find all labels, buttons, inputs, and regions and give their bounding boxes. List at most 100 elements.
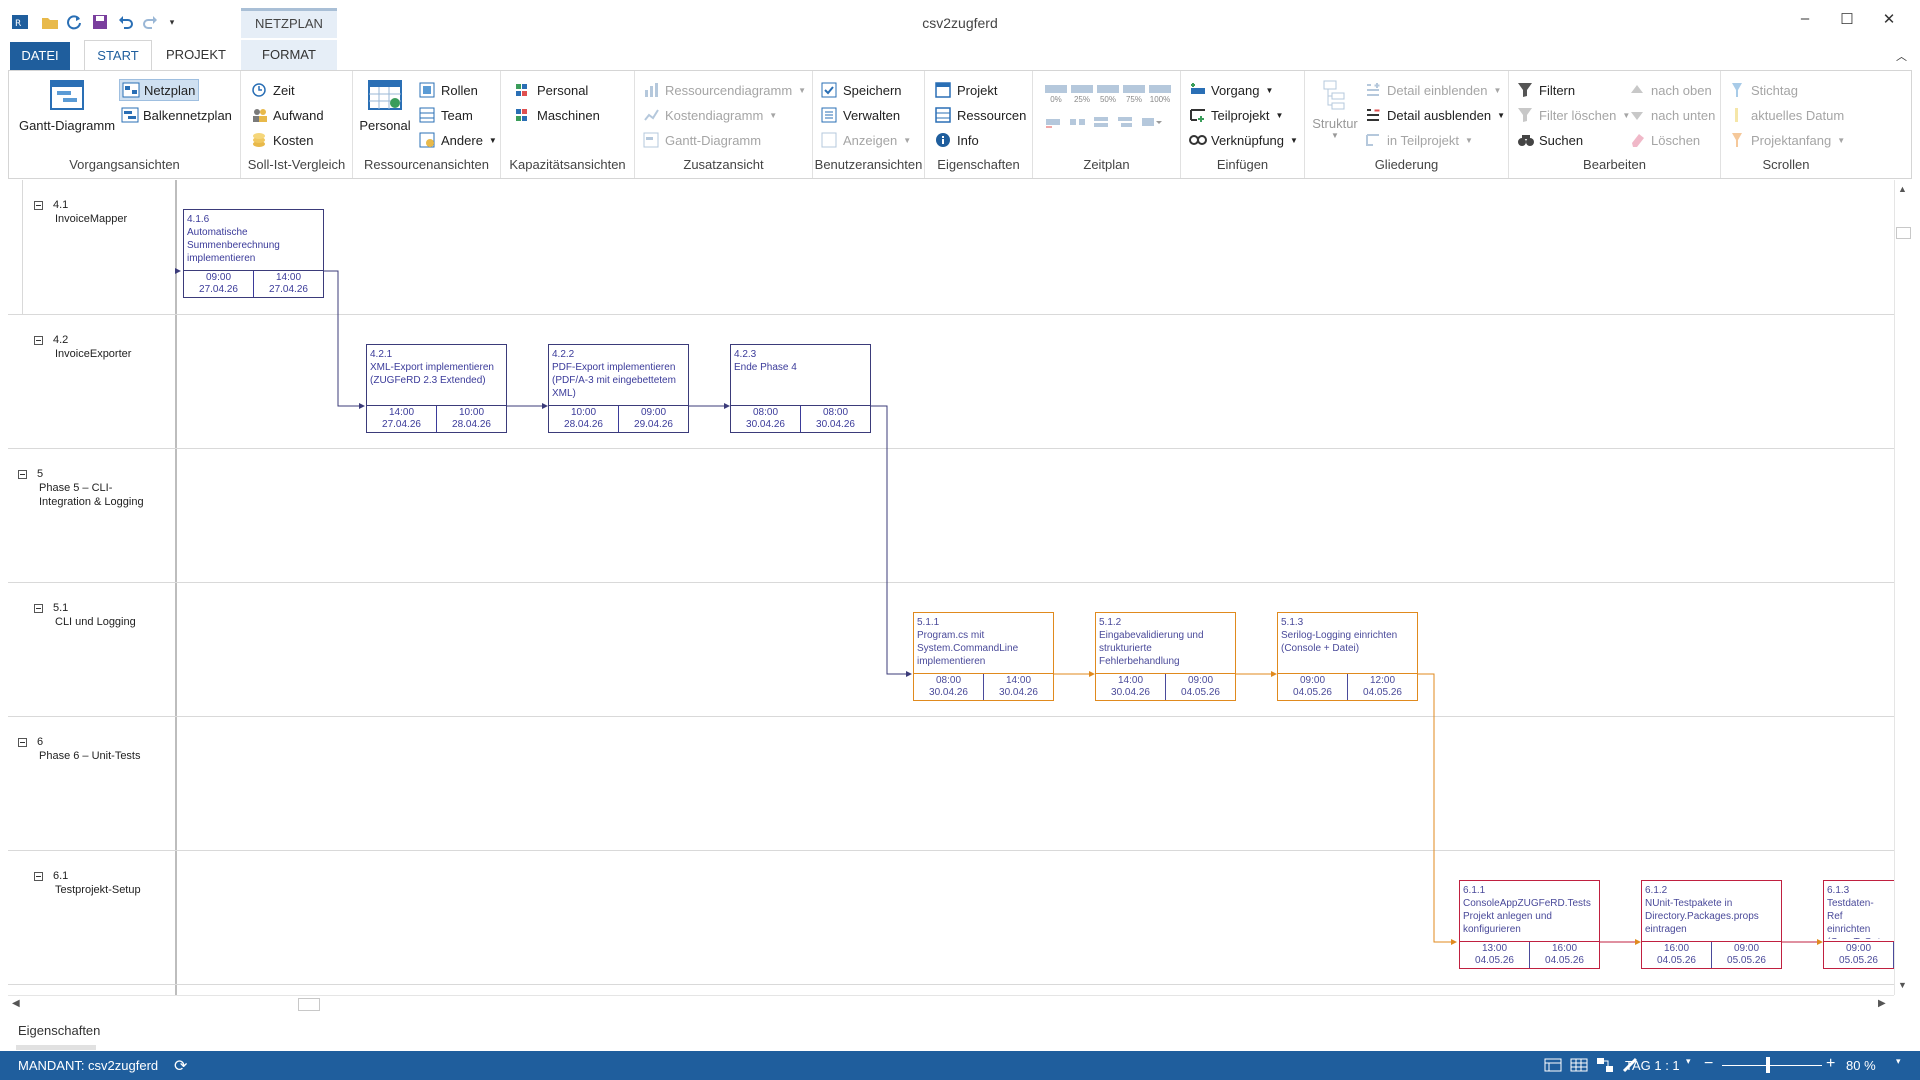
- nach-oben-button[interactable]: nach oben: [1629, 79, 1712, 101]
- unlink-tasks-icon[interactable]: [1117, 115, 1135, 129]
- verknuepfung-insert-label: Verknüpfung: [1211, 132, 1285, 148]
- projektanfang-dropdown[interactable]: Projektanfang ▼: [1729, 129, 1845, 151]
- insert-task-icon: [1189, 82, 1207, 98]
- kosten-button[interactable]: Kosten: [251, 129, 313, 151]
- nach-unten-button[interactable]: nach unten: [1629, 104, 1715, 126]
- network-view-icon[interactable]: [1596, 1057, 1614, 1076]
- netzplan-button[interactable]: Netzplan: [119, 79, 199, 101]
- info-button[interactable]: Info: [935, 129, 979, 151]
- zeit-button[interactable]: Zeit: [251, 79, 295, 101]
- aufwand-button[interactable]: Aufwand: [251, 104, 324, 126]
- balkennetzplan-button[interactable]: Balkennetzplan: [121, 104, 232, 126]
- status-bar: MANDANT: csv2zugferd ⟳ TAG 1 : 1 ▾ − + 8…: [0, 1051, 1920, 1080]
- scroll-right-icon[interactable]: ▶: [1878, 998, 1886, 1009]
- zoom-dropdown-icon[interactable]: ▾: [1896, 1056, 1901, 1067]
- task-node[interactable]: 4.2.1 XML-Export implementieren (ZUGFeRD …: [366, 344, 507, 433]
- gantt-diagramm-button[interactable]: Gantt-Diagramm: [15, 79, 119, 133]
- zoom-slider-thumb[interactable]: [1766, 1057, 1770, 1073]
- tab-datei[interactable]: DATEI: [10, 42, 70, 70]
- task-node[interactable]: 4.2.2 PDF-Export implementieren (PDF/A-3 …: [548, 344, 689, 433]
- ressourcen-properties-button[interactable]: Ressourcen: [935, 104, 1026, 126]
- properties-title[interactable]: Eigenschaften: [18, 1023, 100, 1038]
- view-layout-icon[interactable]: [1544, 1057, 1562, 1076]
- task-node[interactable]: 5.1.2 Eingabevalidierung und strukturiert…: [1095, 612, 1236, 701]
- rollen-button[interactable]: Rollen: [419, 79, 478, 101]
- task-node[interactable]: 6.1.1 ConsoleAppZUGFeRD.Tests Projekt anl…: [1459, 880, 1600, 969]
- move-task-icon[interactable]: [1045, 115, 1063, 129]
- progress-0-button[interactable]: 0%: [1045, 85, 1067, 104]
- horizontal-scrollbar[interactable]: ◀ ▶: [8, 995, 1894, 1013]
- stichtag-button[interactable]: Stichtag: [1729, 79, 1798, 101]
- task-start: 13:00 04.05.26: [1460, 942, 1530, 968]
- split-task-icon[interactable]: [1069, 115, 1087, 129]
- task-title: PDF-Export implementieren (PDF/A-3 mit e…: [552, 362, 676, 399]
- minimize-button[interactable]: –: [1790, 10, 1820, 34]
- grid-view-icon[interactable]: [1570, 1057, 1588, 1076]
- verwalten-button[interactable]: Verwalten: [821, 104, 900, 126]
- zoom-out-button[interactable]: −: [1704, 1055, 1713, 1073]
- sync-icon[interactable]: ⟳: [174, 1056, 187, 1076]
- maschinen-button[interactable]: Maschinen: [515, 104, 600, 126]
- info-icon: [935, 132, 953, 148]
- scale-label[interactable]: TAG 1 : 1: [1625, 1058, 1680, 1073]
- dropdown-arrow-icon: ▼: [1290, 135, 1298, 145]
- zoom-in-button[interactable]: +: [1826, 1055, 1835, 1073]
- vorgang-insert-dropdown[interactable]: Vorgang ▼: [1189, 79, 1273, 101]
- zusatz-gantt-button[interactable]: Gantt-Diagramm: [643, 129, 761, 151]
- progress-25-button[interactable]: 25%: [1071, 85, 1093, 104]
- link-tasks-icon[interactable]: [1093, 115, 1111, 129]
- progress-100-button[interactable]: 100%: [1149, 85, 1171, 104]
- loeschen-button[interactable]: Löschen: [1629, 129, 1700, 151]
- suchen-button[interactable]: Suchen: [1517, 129, 1583, 151]
- task-node[interactable]: 5.1.3 Serilog-Logging einrichten (Console…: [1277, 612, 1418, 701]
- andere-dropdown[interactable]: Andere ▼: [419, 129, 497, 151]
- aktuelles-datum-button[interactable]: aktuelles Datum: [1729, 104, 1844, 126]
- start-time: 14:00: [1117, 675, 1144, 686]
- filtern-button[interactable]: Filtern: [1517, 79, 1575, 101]
- progress-75-button[interactable]: 75%: [1123, 85, 1145, 104]
- task-node[interactable]: 6.1.3 Testdaten-Ref einrichten (CopyToOut…: [1823, 880, 1894, 969]
- scroll-down-icon[interactable]: ▼: [1898, 980, 1907, 990]
- anzeigen-dropdown[interactable]: Anzeigen ▼: [821, 129, 911, 151]
- teilprojekt-insert-dropdown[interactable]: Teilprojekt ▼: [1189, 104, 1283, 126]
- task-title: Program.cs mit System.CommandLine implem…: [917, 630, 1019, 667]
- network-plan-canvas[interactable]: 4.1 InvoiceMapper 4.2 InvoiceExporter 5 Pha…: [8, 180, 1894, 995]
- kapazitaet-personal-button[interactable]: Personal: [515, 79, 588, 101]
- task-node[interactable]: 5.1.1 Program.cs mit System.CommandLine i…: [913, 612, 1054, 701]
- close-button[interactable]: ✕: [1874, 10, 1904, 34]
- scroll-left-icon[interactable]: ◀: [12, 998, 20, 1009]
- kostendiagramm-dropdown[interactable]: Kostendiagramm ▼: [643, 104, 777, 126]
- zoom-slider[interactable]: [1722, 1065, 1822, 1066]
- struktur-dropdown[interactable]: Struktur ▼: [1309, 79, 1361, 140]
- task-node[interactable]: 6.1.2 NUnit-Testpakete in Directory.Packa…: [1641, 880, 1782, 969]
- zoom-level[interactable]: 80 %: [1846, 1058, 1876, 1073]
- progress-50-button[interactable]: 50%: [1097, 85, 1119, 104]
- vertical-scrollbar[interactable]: ▲ ▼: [1894, 180, 1912, 995]
- tab-format[interactable]: FORMAT: [241, 40, 337, 70]
- speichern-view-button[interactable]: Speichern: [821, 79, 902, 101]
- dropdown-arrow-icon: ▼: [1837, 135, 1846, 145]
- tab-projekt[interactable]: PROJEKT: [158, 40, 234, 70]
- team-button[interactable]: Team: [419, 104, 473, 126]
- task-id: 5.1.1: [917, 617, 940, 628]
- more-schedule-icon[interactable]: [1141, 115, 1163, 129]
- projekt-properties-button[interactable]: Projekt: [935, 79, 997, 101]
- task-node[interactable]: 4.2.3 Ende Phase 4 08:00 30.04.26 08:00 30.0…: [730, 344, 871, 433]
- ressourcendiagramm-dropdown[interactable]: Ressourcendiagramm ▼: [643, 79, 806, 101]
- detail-einblenden-dropdown[interactable]: Detail einblenden ▼: [1365, 79, 1501, 101]
- tab-start[interactable]: START: [84, 40, 152, 71]
- scroll-up-icon[interactable]: ▲: [1898, 184, 1907, 194]
- collapse-ribbon-icon[interactable]: ︿: [1896, 48, 1907, 64]
- task-node[interactable]: 4.1.6 Automatische Summenberechnung imple…: [183, 209, 324, 298]
- detail-ausblenden-dropdown[interactable]: Detail ausblenden ▼: [1365, 104, 1505, 126]
- verknuepfung-insert-dropdown[interactable]: Verknüpfung ▼: [1189, 129, 1298, 151]
- maximize-button[interactable]: ☐: [1832, 10, 1862, 34]
- in-teilprojekt-dropdown[interactable]: in Teilprojekt ▼: [1365, 129, 1473, 151]
- ressourcen-properties-label: Ressourcen: [957, 107, 1027, 123]
- filter-loeschen-dropdown[interactable]: Filter löschen ▼: [1517, 104, 1630, 126]
- end-time: 14:00: [275, 272, 302, 283]
- horizontal-scroll-thumb[interactable]: [298, 998, 320, 1011]
- vertical-scroll-thumb[interactable]: [1896, 227, 1911, 239]
- personal-resource-button[interactable]: Personal: [357, 79, 413, 133]
- scale-dropdown-icon[interactable]: ▾: [1686, 1056, 1691, 1067]
